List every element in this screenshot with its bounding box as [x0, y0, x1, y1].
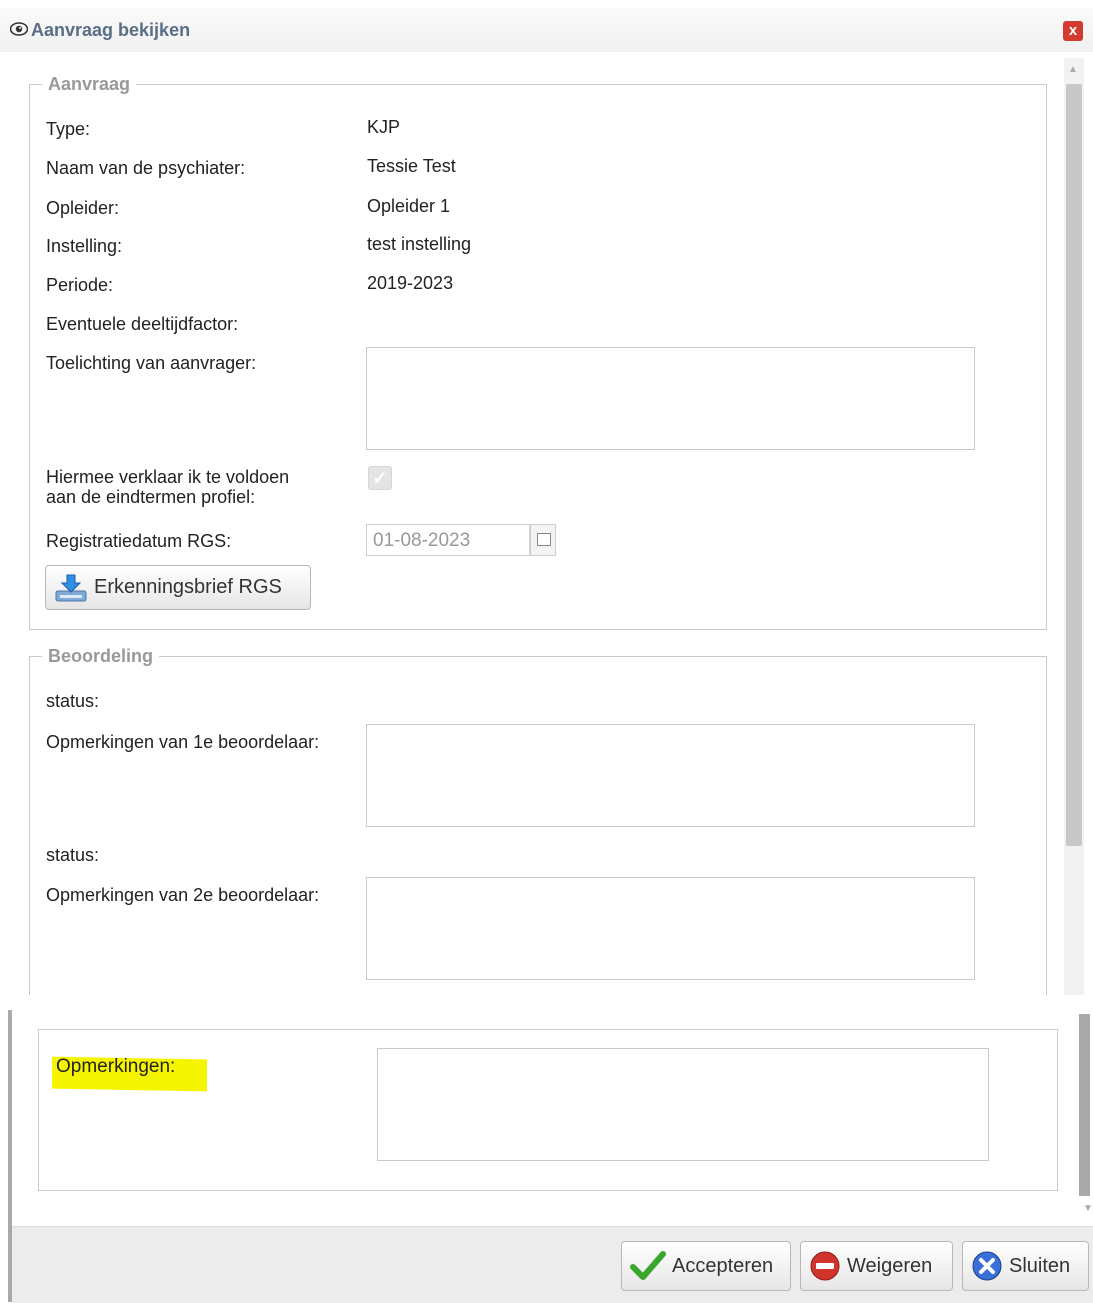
dialog-title: Aanvraag bekijken [31, 20, 191, 40]
opmerkingen1-textarea[interactable] [366, 724, 975, 827]
opmerkingen1-label: Opmerkingen van 1e beoordelaar: [46, 732, 320, 752]
type-label: Type: [46, 119, 91, 139]
toelichting-textarea[interactable] [366, 347, 975, 450]
calendar-icon[interactable] [530, 524, 556, 556]
sluiten-button[interactable]: Sluiten [962, 1241, 1089, 1291]
scroll-up-icon[interactable]: ▲ [1068, 64, 1078, 75]
eye-icon [10, 22, 28, 36]
deeltijdfactor-label: Eventuele deeltijdfactor: [46, 314, 239, 334]
periode-value: 2019-2023 [367, 273, 454, 293]
gap [0, 995, 1093, 1010]
opmerkingen-textarea[interactable] [377, 1048, 989, 1161]
instelling-label: Instelling: [46, 236, 123, 256]
type-value: KJP [367, 117, 401, 137]
sluiten-label: Sluiten [1009, 1254, 1071, 1277]
periode-label: Periode: [46, 275, 114, 295]
psychiater-value: Tessie Test [367, 156, 456, 176]
erkenningsbrief-label: Erkenningsbrief RGS [94, 576, 282, 598]
verklaar-label-line2: aan de eindtermen profiel: [46, 487, 256, 507]
accept-button[interactable]: Accepteren [621, 1241, 791, 1291]
x-circle-icon [972, 1251, 1002, 1281]
minus-circle-icon [810, 1251, 840, 1281]
opmerkingen-label: Opmerkingen: [56, 1056, 176, 1077]
reject-label: Weigeren [847, 1254, 933, 1277]
download-icon [55, 574, 87, 601]
close-icon[interactable]: x [1063, 21, 1083, 41]
verklaar-label-line1: Hiermee verklaar ik te voldoen [46, 467, 290, 487]
opmerkingen2-label: Opmerkingen van 2e beoordelaar: [46, 885, 320, 905]
registratiedatum-label: Registratiedatum RGS: [46, 531, 232, 551]
toelichting-label: Toelichting van aanvrager: [46, 353, 257, 373]
opleider-label: Opleider: [46, 198, 120, 218]
erkenningsbrief-button[interactable]: Erkenningsbrief RGS [45, 565, 311, 610]
verklaar-checkbox[interactable]: ✓ [368, 466, 392, 490]
beoordeling-legend: Beoordeling [48, 646, 154, 666]
registratiedatum-input[interactable]: 01-08-2023 [366, 524, 530, 556]
opleider-value: Opleider 1 [367, 196, 451, 216]
scrollbar-thumb-bottom[interactable] [1079, 1014, 1090, 1196]
scrollbar-thumb[interactable] [1066, 84, 1082, 846]
accept-label: Accepteren [672, 1254, 774, 1277]
checkmark-icon [630, 1251, 666, 1280]
opmerkingen2-textarea[interactable] [366, 877, 975, 980]
psychiater-label: Naam van de psychiater: [46, 158, 246, 178]
status1-label: status: [46, 691, 100, 711]
aanvraag-legend: Aanvraag [48, 74, 131, 94]
reject-button[interactable]: Weigeren [800, 1241, 953, 1291]
scroll-down-icon[interactable]: ▼ [1083, 1203, 1093, 1214]
status2-label: status: [46, 845, 100, 865]
verklaar-label: Hiermee verklaar ik te voldoen aan de ei… [46, 467, 289, 507]
instelling-value: test instelling [367, 234, 472, 254]
